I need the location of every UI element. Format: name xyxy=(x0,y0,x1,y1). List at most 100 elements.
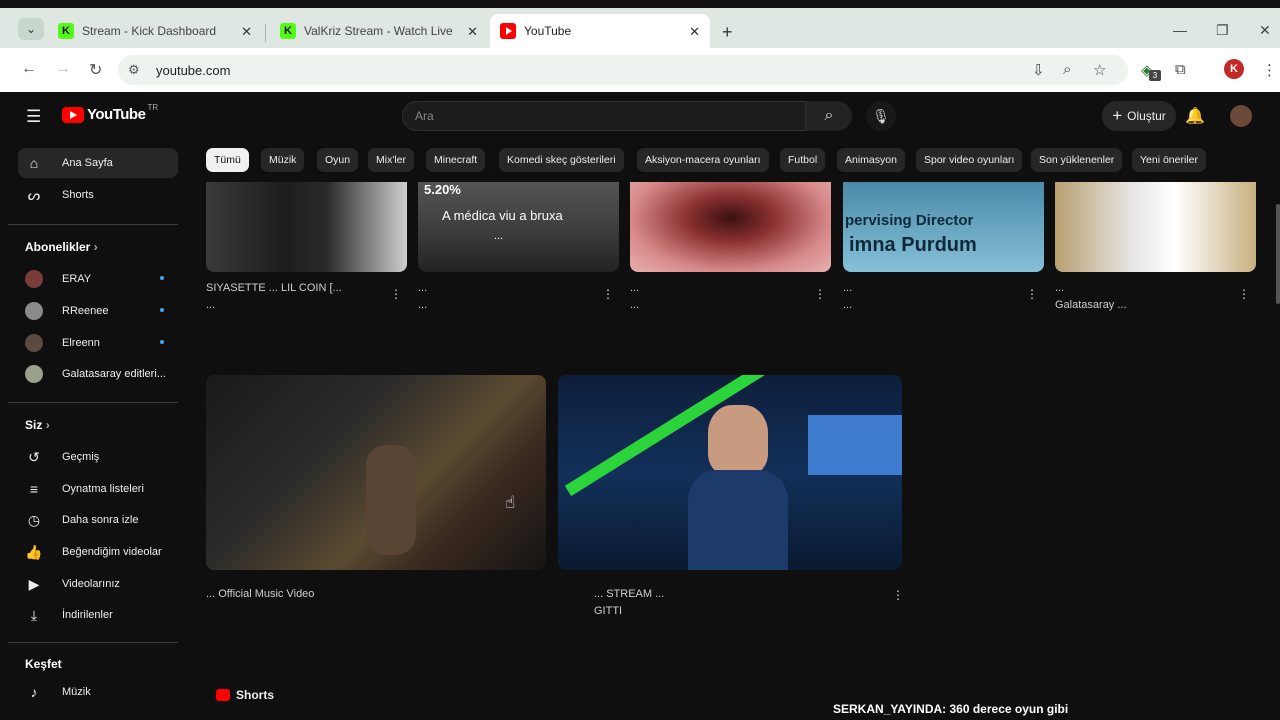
new-tab-button[interactable]: + xyxy=(722,22,733,43)
tab-valkriz-stream[interactable]: K ValKriz Stream - Watch Live on Kick ✕ xyxy=(270,14,488,48)
profile-avatar[interactable]: K xyxy=(1224,59,1244,79)
sidebar-item-shorts[interactable]: ᔕ Shorts xyxy=(18,180,178,210)
search-input[interactable]: Ara xyxy=(402,101,806,131)
sidebar-item-label: Oynatma listeleri xyxy=(62,483,144,495)
plus-icon: + xyxy=(1112,106,1123,125)
bookmark-star-icon[interactable]: ☆ xyxy=(1093,61,1106,79)
video-title[interactable]: SIYASETTE ... LIL COIN [... xyxy=(206,282,386,294)
video-title-line2[interactable]: ... xyxy=(843,299,1023,311)
more-options-icon[interactable]: ⋮ xyxy=(1238,287,1250,301)
page-scrollbar[interactable] xyxy=(1276,204,1280,304)
chip-all[interactable]: Tümü xyxy=(206,148,249,172)
search-icon[interactable]: ⌕ xyxy=(806,101,852,131)
browser-menu-icon[interactable]: ⋮ xyxy=(1262,61,1277,79)
sidebar-item-subscription[interactable]: RReenee xyxy=(18,296,178,326)
like-icon: 👍 xyxy=(25,543,43,560)
sidebar-item-playlists[interactable]: ≡ Oynatma listeleri xyxy=(18,474,178,504)
sidebar-item-your-videos[interactable]: ▶ Videolarınız xyxy=(18,569,178,599)
minimize-icon[interactable]: — xyxy=(1173,22,1187,38)
more-options-icon[interactable]: ⋮ xyxy=(1026,287,1038,301)
chat-username: SERKAN_YAYINDA xyxy=(833,702,943,716)
site-settings-icon[interactable]: ⚙ xyxy=(128,62,140,78)
tab-search-button[interactable]: ⌄ xyxy=(18,18,44,40)
microphone-icon[interactable]: 🎙 xyxy=(866,101,896,131)
kick-favicon-icon: K xyxy=(58,23,74,39)
install-app-icon[interactable]: ⇩ xyxy=(1032,61,1045,79)
hamburger-menu-icon[interactable]: ☰ xyxy=(26,107,41,127)
chip-recently-uploaded[interactable]: Son yüklenenler xyxy=(1031,148,1123,172)
thumbnail-overlay-text: pervising Director xyxy=(845,212,974,229)
close-icon[interactable]: ✕ xyxy=(467,24,478,40)
account-avatar[interactable] xyxy=(1230,105,1252,127)
video-title[interactable]: ... xyxy=(1055,282,1235,294)
thumbnail-suit xyxy=(688,470,788,570)
create-label: Oluştur xyxy=(1127,109,1166,123)
video-title[interactable]: ... Official Music Video xyxy=(206,588,526,600)
video-thumbnail[interactable]: pervising Director imna Purdum xyxy=(843,182,1044,272)
chip-minecraft[interactable]: Minecraft xyxy=(426,148,486,172)
video-thumbnail[interactable] xyxy=(206,182,407,272)
heading-text: Keşfet xyxy=(25,657,62,671)
notifications-bell-icon[interactable]: 🔔 xyxy=(1185,106,1205,126)
chip-new-to-you[interactable]: Yeni öneriler xyxy=(1132,148,1206,172)
tab-kick-dashboard[interactable]: K Stream - Kick Dashboard ✕ xyxy=(48,14,262,48)
window-close-icon[interactable]: ✕ xyxy=(1259,22,1271,39)
sidebar-item-subscription[interactable]: Galatasaray editleri... xyxy=(18,359,178,389)
heading-text: Siz xyxy=(25,418,43,432)
video-thumbnail[interactable] xyxy=(630,182,831,272)
sidebar-item-subscription[interactable]: ERAY xyxy=(18,264,178,294)
video-title-line2[interactable]: ... xyxy=(630,299,810,311)
reload-icon[interactable]: ↻ xyxy=(89,60,102,80)
subscriptions-heading[interactable]: Abonelikler › xyxy=(25,240,98,254)
back-arrow-icon[interactable]: ← xyxy=(21,60,37,78)
sidebar-item-home[interactable]: ⌂ Ana Sayfa xyxy=(18,148,178,178)
sidebar-item-subscription[interactable]: Elreenn xyxy=(18,328,178,358)
restore-icon[interactable]: ❐ xyxy=(1216,22,1229,39)
stream-chat-message: SERKAN_YAYINDA: 360 derece oyun gibi xyxy=(833,702,1068,716)
more-options-icon[interactable]: ⋮ xyxy=(892,588,904,602)
chip-gaming[interactable]: Oyun xyxy=(317,148,359,172)
video-thumbnail[interactable] xyxy=(558,375,902,570)
thumbnail-overlay-text: 5.20% xyxy=(424,182,461,197)
address-bar[interactable]: ⚙ youtube.com xyxy=(118,55,1128,85)
chip-football[interactable]: Futbol xyxy=(780,148,826,172)
video-thumbnail[interactable] xyxy=(1055,182,1256,272)
video-title-line2[interactable]: ... xyxy=(418,299,598,311)
more-options-icon[interactable]: ⋮ xyxy=(814,287,826,301)
forward-arrow-icon[interactable]: → xyxy=(55,60,71,78)
video-title-line2[interactable]: GITTI xyxy=(594,605,874,617)
sidebar-item-watch-later[interactable]: ◷ Daha sonra izle xyxy=(18,505,178,535)
video-thumbnail[interactable] xyxy=(206,375,546,570)
video-title[interactable]: ... STREAM ... xyxy=(594,588,874,600)
chip-mixes[interactable]: Mix'ler xyxy=(368,148,415,172)
sidebar-item-liked-videos[interactable]: 👍 Beğendiğim videolar xyxy=(18,537,178,567)
heading-text: Abonelikler xyxy=(25,240,91,254)
chip-sports-games[interactable]: Spor video oyunları xyxy=(916,148,1023,172)
tab-youtube[interactable]: YouTube ✕ xyxy=(490,14,710,48)
video-thumbnail[interactable]: 5.20% A médica viu a bruxa ... xyxy=(418,182,619,272)
video-title[interactable]: ... xyxy=(418,282,598,294)
chip-action-adventure[interactable]: Aksiyon-macera oyunları xyxy=(637,148,769,172)
sidebar-item-music[interactable]: ♪ Müzik xyxy=(18,677,178,707)
close-icon[interactable]: ✕ xyxy=(241,24,252,40)
more-options-icon[interactable]: ⋮ xyxy=(390,287,402,301)
video-title-line2[interactable]: ... xyxy=(206,299,386,311)
sidebar-item-downloads[interactable]: ⤓ İndirilenler xyxy=(18,600,178,630)
video-title[interactable]: ... xyxy=(630,282,810,294)
chip-music[interactable]: Müzik xyxy=(261,148,305,172)
youtube-logo[interactable]: YouTube TR xyxy=(62,103,158,123)
create-button[interactable]: + Oluştur xyxy=(1102,101,1176,131)
chip-animation[interactable]: Animasyon xyxy=(837,148,905,172)
extensions-puzzle-icon[interactable]: ⧉ xyxy=(1175,61,1186,78)
tab-title: ValKriz Stream - Watch Live on Kick xyxy=(304,24,454,38)
more-options-icon[interactable]: ⋮ xyxy=(602,287,614,301)
video-title-line2[interactable]: Galatasaray ... xyxy=(1055,299,1235,311)
you-heading[interactable]: Siz › xyxy=(25,418,50,432)
chip-comedy[interactable]: Komedi skeç gösterileri xyxy=(499,148,624,172)
new-content-dot xyxy=(160,308,164,312)
sidebar-item-history[interactable]: ↺ Geçmiş xyxy=(18,442,178,472)
zoom-icon[interactable]: ⌕ xyxy=(1063,61,1071,78)
video-title[interactable]: ... xyxy=(843,282,1023,294)
youtube-page: ☰ YouTube TR Ara ⌕ 🎙 + Oluştur 🔔 ⌂ Ana Say… xyxy=(8,92,1280,720)
close-icon[interactable]: ✕ xyxy=(689,24,700,40)
